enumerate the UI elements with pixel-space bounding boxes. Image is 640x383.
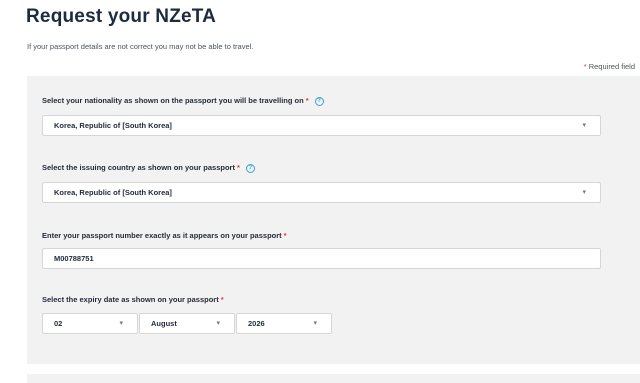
chevron-down-icon: ▾ bbox=[313, 320, 317, 327]
passport-number-label-text: Enter your passport number exactly as it… bbox=[42, 231, 282, 240]
chevron-down-icon: ▾ bbox=[582, 189, 586, 196]
nationality-required-star: * bbox=[305, 96, 309, 105]
expiry-date-label-text: Select the expiry date as shown on your … bbox=[42, 295, 219, 304]
next-form-panel bbox=[27, 374, 640, 383]
required-field-note: * Required field bbox=[584, 62, 635, 71]
expiry-date-required-star: * bbox=[220, 295, 224, 304]
issuing-country-label: Select the issuing country as shown on y… bbox=[42, 163, 255, 173]
passport-number-required-star: * bbox=[283, 231, 287, 240]
nationality-select[interactable]: Korea, Republic of [South Korea] ▾ bbox=[42, 115, 601, 136]
page-title: Request your NZeTA bbox=[26, 6, 217, 27]
issuing-country-label-text: Select the issuing country as shown on y… bbox=[42, 163, 235, 172]
expiry-year-select[interactable]: 2026 ▾ bbox=[236, 313, 332, 334]
issuing-country-select[interactable]: Korea, Republic of [South Korea] ▾ bbox=[42, 182, 601, 203]
nationality-label: Select your nationality as shown on the … bbox=[42, 96, 324, 106]
help-icon[interactable]: ? bbox=[314, 96, 324, 106]
required-star: * bbox=[583, 62, 587, 71]
expiry-year-value: 2026 bbox=[248, 319, 265, 328]
issuing-country-required-star: * bbox=[236, 163, 240, 172]
passport-number-input[interactable]: M00788751 bbox=[42, 248, 601, 269]
required-field-text: Required field bbox=[588, 62, 635, 71]
expiry-day-select[interactable]: 02 ▾ bbox=[42, 313, 138, 334]
issuing-country-select-value: Korea, Republic of [South Korea] bbox=[54, 188, 172, 197]
expiry-day-value: 02 bbox=[54, 319, 63, 328]
nationality-label-text: Select your nationality as shown on the … bbox=[42, 96, 304, 105]
expiry-month-value: August bbox=[151, 319, 177, 328]
nationality-select-value: Korea, Republic of [South Korea] bbox=[54, 121, 172, 130]
passport-number-label: Enter your passport number exactly as it… bbox=[42, 231, 287, 240]
expiry-date-label: Select the expiry date as shown on your … bbox=[42, 295, 224, 304]
chevron-down-icon: ▾ bbox=[119, 320, 123, 327]
chevron-down-icon: ▾ bbox=[582, 122, 586, 129]
chevron-down-icon: ▾ bbox=[216, 320, 220, 327]
intro-text: If your passport details are not correct… bbox=[27, 42, 254, 51]
help-icon[interactable]: ? bbox=[245, 163, 255, 173]
passport-form-panel: Select your nationality as shown on the … bbox=[27, 76, 640, 364]
expiry-month-select[interactable]: August ▾ bbox=[139, 313, 235, 334]
